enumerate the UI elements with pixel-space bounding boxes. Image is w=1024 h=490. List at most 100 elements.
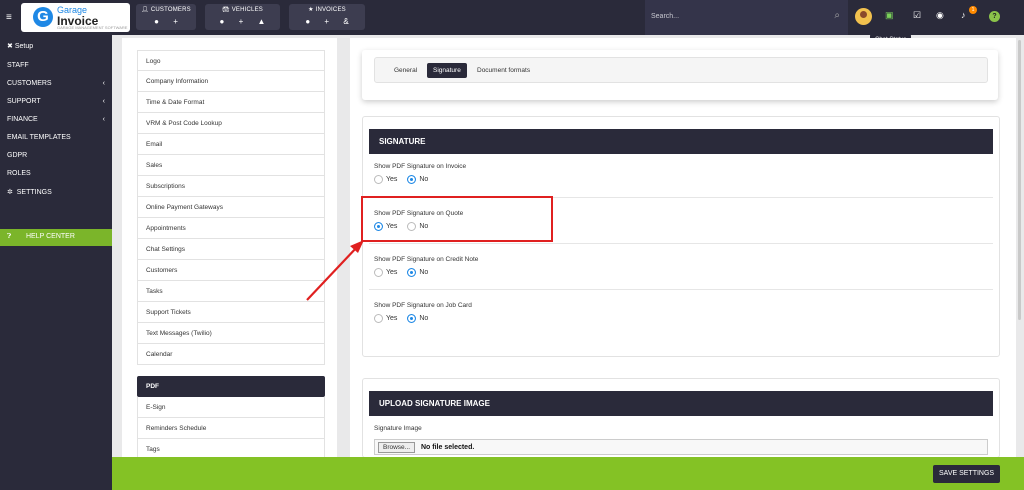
add-vehicle-plus-icon[interactable]: +	[239, 17, 244, 26]
menu-item-tasks[interactable]: Tasks	[137, 281, 325, 302]
nav-group-label: INVOICES	[315, 7, 346, 13]
search-icon[interactable]: ⌕	[834, 10, 840, 21]
timer-icon[interactable]: ◉	[936, 10, 944, 21]
signature-image-label: Signature Image	[374, 425, 422, 432]
menu-item-reminders-schedule[interactable]: Reminders Schedule	[137, 418, 325, 439]
user-icon: 👤︎	[141, 7, 151, 13]
invoice-no-radio[interactable]	[407, 175, 417, 184]
search-box[interactable]: Search... ⌕	[645, 0, 848, 35]
divider	[369, 289, 993, 290]
sidebar-item-support[interactable]: SUPPORT	[7, 98, 41, 105]
chevron-left-icon: ‹	[102, 116, 105, 123]
top-bar: ≡ G Garage Invoice GARAGE MANAGEMENT SOF…	[0, 0, 1024, 35]
job-card-signature-label: Show PDF Signature on Job Card	[374, 302, 472, 309]
vehicle-bell-icon[interactable]: ▲	[258, 17, 266, 26]
menu-item-e-sign[interactable]: E-Sign	[137, 397, 325, 418]
car-icon: 🚘︎	[222, 7, 232, 13]
sidebar-item-finance[interactable]: FINANCE	[7, 116, 38, 123]
job-card-signature-radios: Yes No	[374, 314, 436, 323]
menu-item-support-tickets[interactable]: Support Tickets	[137, 302, 325, 323]
avatar[interactable]	[855, 8, 872, 25]
menu-item-payment-gateways[interactable]: Online Payment Gateways	[137, 197, 325, 218]
menu-item-time-date-format[interactable]: Time & Date Format	[137, 92, 325, 113]
star-icon: ★	[308, 7, 316, 13]
sidebar-item-email-templates[interactable]: EMAIL TEMPLATES	[7, 134, 71, 141]
invoice-yes-radio[interactable]	[374, 175, 383, 184]
view-vehicles-eye-icon[interactable]: ●	[220, 17, 225, 26]
tabs-bar: General Signature Document formats	[374, 57, 988, 83]
bell-icon[interactable]: ♪	[961, 10, 966, 20]
nav-group-customers: 👤︎ CUSTOMERS ● +	[136, 4, 196, 30]
invoice-signature-radios: Yes No	[374, 175, 436, 184]
sidebar-item-staff[interactable]: STAFF	[7, 62, 29, 69]
tab-general[interactable]: General	[388, 63, 423, 78]
sidebar-item-customers[interactable]: CUSTOMERS	[7, 80, 52, 87]
chat-status-icon[interactable]: ▣	[885, 10, 894, 21]
logo-tagline: GARAGE MANAGEMENT SOFTWARE	[57, 25, 128, 30]
upload-signature-card: UPLOAD SIGNATURE IMAGE Signature Image B…	[362, 378, 1000, 458]
menu-item-calendar[interactable]: Calendar	[137, 344, 325, 365]
search-input[interactable]: Search...	[651, 13, 679, 20]
menu-item-pdf[interactable]: PDF	[137, 376, 325, 397]
close-icon[interactable]: ✖	[7, 43, 15, 50]
menu-item-company-information[interactable]: Company Information	[137, 71, 325, 92]
menu-item-appointments[interactable]: Appointments	[137, 218, 325, 239]
menu-item-vrm-postcode[interactable]: VRM & Post Code Lookup	[137, 113, 325, 134]
signature-file-input[interactable]: Browse... No file selected.	[374, 439, 988, 455]
view-invoices-eye-icon[interactable]: ●	[305, 17, 310, 26]
view-customers-eye-icon[interactable]: ●	[154, 17, 159, 26]
annotation-arrow	[306, 240, 364, 301]
menu-item-customers[interactable]: Customers	[137, 260, 325, 281]
credit-note-yes-radio[interactable]	[374, 268, 383, 277]
help-center-label: HELP CENTER	[26, 233, 75, 240]
save-settings-button[interactable]: SAVE SETTINGS	[933, 465, 1001, 483]
invoice-signature-label: Show PDF Signature on Invoice	[374, 163, 467, 170]
menu-item-sales[interactable]: Sales	[137, 155, 325, 176]
help-center-button[interactable]: ❓︎ HELP CENTER	[0, 229, 112, 246]
credit-note-no-radio[interactable]	[407, 268, 417, 277]
help-circle-icon: ❓︎	[7, 233, 12, 240]
job-card-yes-radio[interactable]	[374, 314, 383, 323]
menu-item-chat-settings[interactable]: Chat Settings	[137, 239, 325, 260]
sidebar: ✖ Setup STAFF CUSTOMERS ‹ SUPPORT ‹ FINA…	[0, 35, 112, 490]
menu-item-email[interactable]: Email	[137, 134, 325, 155]
menu-toggle-icon[interactable]: ≡	[6, 12, 12, 23]
logo-mark: G	[33, 7, 53, 27]
highlight-box	[361, 196, 553, 242]
nav-group-invoices: ★ INVOICES ● + &	[289, 4, 365, 30]
credit-note-signature-radios: Yes No	[374, 268, 436, 277]
menu-item-text-messages[interactable]: Text Messages (Twilio)	[137, 323, 325, 344]
chevron-left-icon: ‹	[102, 98, 105, 105]
signature-header: SIGNATURE	[369, 129, 993, 154]
help-icon[interactable]: ?	[989, 11, 1000, 22]
logo[interactable]: G Garage Invoice GARAGE MANAGEMENT SOFTW…	[21, 3, 130, 32]
sidebar-item-setup[interactable]: ✖ Setup	[7, 42, 33, 50]
sidebar-item-roles[interactable]: ROLES	[7, 170, 31, 177]
add-customer-plus-icon[interactable]: +	[173, 17, 178, 26]
chevron-left-icon: ‹	[102, 80, 105, 87]
tabs-card: General Signature Document formats	[362, 50, 998, 100]
job-card-no-radio[interactable]	[407, 314, 417, 323]
pdf-settings-panel: General Signature Document formats SIGNA…	[350, 38, 1016, 458]
menu-item-subscriptions[interactable]: Subscriptions	[137, 176, 325, 197]
sidebar-item-settings[interactable]: ✲ SETTINGS	[7, 188, 52, 196]
gear-icon: ✲	[7, 189, 17, 196]
save-bar: SAVE SETTINGS	[112, 457, 1024, 490]
divider	[369, 243, 993, 244]
nav-group-vehicles: 🚘︎ VEHICLES ● + ▲	[205, 4, 280, 30]
nav-group-label: CUSTOMERS	[150, 7, 191, 13]
file-status: No file selected.	[421, 444, 475, 451]
browse-button[interactable]: Browse...	[378, 442, 416, 453]
add-invoice-plus-icon[interactable]: +	[324, 17, 329, 26]
tasks-check-icon[interactable]: ☑	[913, 10, 921, 21]
sidebar-item-gdpr[interactable]: GDPR	[7, 152, 27, 159]
tab-signature[interactable]: Signature	[427, 63, 467, 78]
invoice-link-icon[interactable]: &	[343, 17, 348, 26]
credit-note-signature-label: Show PDF Signature on Credit Note	[374, 256, 479, 263]
upload-signature-header: UPLOAD SIGNATURE IMAGE	[369, 391, 993, 416]
nav-group-label: VEHICLES	[231, 7, 263, 13]
notification-badge: 1	[969, 6, 977, 14]
scrollbar[interactable]	[1018, 40, 1021, 320]
tab-document-formats[interactable]: Document formats	[471, 63, 536, 78]
menu-item-logo[interactable]: Logo	[137, 50, 325, 71]
